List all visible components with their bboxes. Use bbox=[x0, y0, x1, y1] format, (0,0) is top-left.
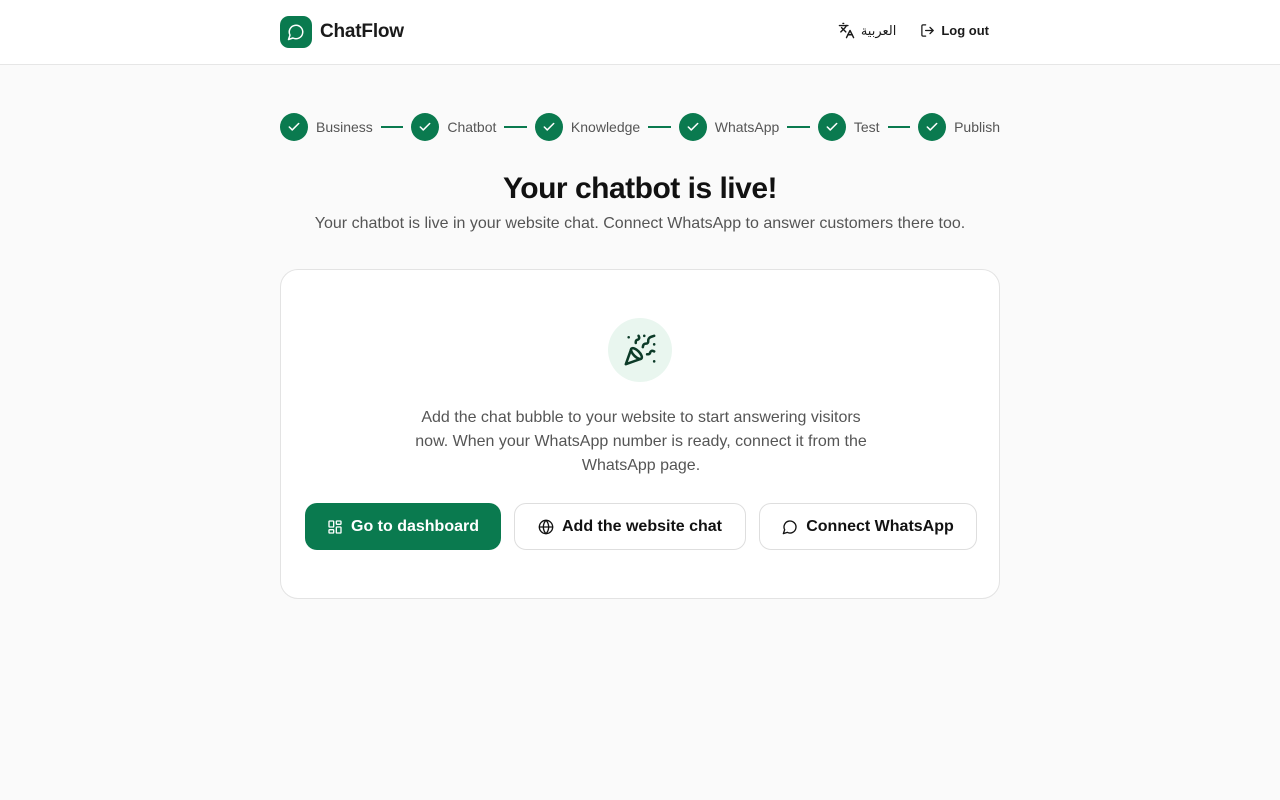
translate-icon bbox=[838, 22, 855, 39]
step-label: Knowledge bbox=[570, 119, 641, 135]
check-icon bbox=[817, 113, 846, 141]
card-actions: Go to dashboard Add the website chat Con… bbox=[305, 503, 977, 550]
check-icon bbox=[411, 113, 440, 141]
step-label: Publish bbox=[954, 119, 1000, 135]
top-header: ChatFlow العربية Log out bbox=[0, 0, 1280, 65]
step-connector bbox=[787, 126, 810, 128]
logout-button[interactable]: Log out bbox=[920, 23, 989, 38]
step-label: Chatbot bbox=[447, 119, 497, 135]
logout-label: Log out bbox=[941, 23, 989, 38]
step-business[interactable]: Business bbox=[280, 113, 373, 141]
step-label: WhatsApp bbox=[714, 119, 780, 135]
add-website-chat-button[interactable]: Add the website chat bbox=[514, 503, 746, 550]
check-icon bbox=[280, 113, 308, 141]
page-title: Your chatbot is live! bbox=[503, 172, 778, 205]
step-label: Business bbox=[316, 119, 373, 135]
button-label: Go to dashboard bbox=[351, 517, 479, 535]
dashboard-grid-icon bbox=[328, 519, 342, 534]
step-connector bbox=[648, 126, 671, 128]
step-connector bbox=[887, 126, 911, 128]
chat-bubble-icon bbox=[280, 16, 312, 48]
check-icon bbox=[918, 113, 947, 141]
step-test[interactable]: Test bbox=[817, 113, 880, 141]
button-label: Add the website chat bbox=[561, 517, 723, 535]
logout-icon bbox=[921, 24, 935, 37]
party-popper-icon bbox=[608, 318, 672, 382]
step-chatbot[interactable]: Chatbot bbox=[411, 113, 496, 141]
check-icon bbox=[534, 113, 563, 141]
step-publish[interactable]: Publish bbox=[918, 113, 1000, 141]
chat-bubble-icon bbox=[782, 519, 797, 534]
globe-icon bbox=[538, 519, 554, 534]
card-message: Add the chat bubble to your website to s… bbox=[415, 409, 867, 474]
header-actions: العربية Log out bbox=[838, 22, 989, 39]
connect-whatsapp-button[interactable]: Connect WhatsApp bbox=[759, 503, 977, 550]
page-subtitle: Your chatbot is live in your website cha… bbox=[314, 215, 966, 232]
onboarding-stepper: Business Chatbot Knowledge WhatsApp Test… bbox=[280, 112, 1000, 142]
check-icon bbox=[678, 113, 707, 141]
language-label: العربية bbox=[860, 22, 897, 38]
go-to-dashboard-button[interactable]: Go to dashboard bbox=[305, 503, 501, 550]
brand-logo[interactable]: ChatFlow bbox=[280, 16, 404, 48]
step-connector bbox=[504, 126, 527, 128]
step-whatsapp[interactable]: WhatsApp bbox=[678, 113, 780, 141]
step-knowledge[interactable]: Knowledge bbox=[534, 113, 641, 141]
brand-name: ChatFlow bbox=[320, 21, 404, 42]
success-card: Add the chat bubble to your website to s… bbox=[280, 269, 1000, 599]
language-toggle-button[interactable]: العربية bbox=[838, 22, 897, 39]
step-label: Test bbox=[853, 119, 880, 135]
button-label: Connect WhatsApp bbox=[806, 517, 954, 535]
step-connector bbox=[380, 126, 404, 128]
